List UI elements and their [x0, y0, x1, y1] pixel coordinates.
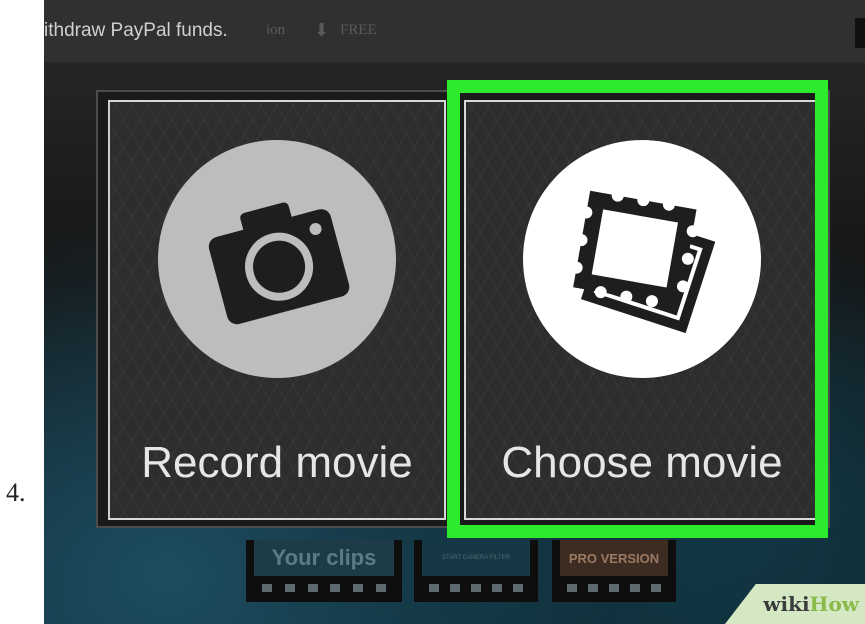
- your-clips-label: Your clips: [271, 545, 377, 570]
- ghost-text: ion: [266, 22, 286, 38]
- free-label: FREE: [340, 22, 377, 38]
- film-holes: [424, 584, 528, 594]
- notification-title: ithdraw PayPal funds.: [44, 20, 228, 41]
- movie-source-dialog: Record movie Choose movie: [96, 90, 830, 528]
- start-camera-filter-button[interactable]: START CAMERA FILTER: [414, 540, 538, 602]
- corner-block: [855, 18, 865, 48]
- your-clips-button[interactable]: Your clips: [246, 540, 402, 602]
- start-camera-filter-label: START CAMERA FILTER: [442, 555, 510, 561]
- record-movie-button[interactable]: Record movie: [108, 100, 446, 520]
- film-holes: [256, 584, 392, 594]
- photos-stack-icon: [570, 189, 716, 334]
- top-bar: ithdraw PayPal funds. ion ⬇ FREE: [44, 0, 865, 62]
- pro-version-button[interactable]: PRO VERSION: [552, 540, 676, 602]
- pro-version-label: PRO VERSION: [568, 550, 660, 566]
- choose-movie-label: Choose movie: [501, 438, 783, 487]
- record-icon-circle: [158, 140, 396, 378]
- choose-movie-button[interactable]: Choose movie: [464, 100, 820, 520]
- watermark-how: How: [809, 592, 859, 616]
- download-icon: ⬇: [314, 20, 330, 41]
- camera-icon: [208, 202, 350, 325]
- record-movie-label: Record movie: [141, 438, 413, 487]
- film-holes: [562, 584, 666, 594]
- choose-icon-circle: [523, 140, 761, 378]
- step-number: 4.: [6, 478, 26, 507]
- wikihow-watermark: wiki How: [725, 584, 865, 624]
- watermark-wiki: wiki: [763, 592, 810, 616]
- app-screenshot: ithdraw PayPal funds. ion ⬇ FREE Your cl…: [44, 0, 865, 624]
